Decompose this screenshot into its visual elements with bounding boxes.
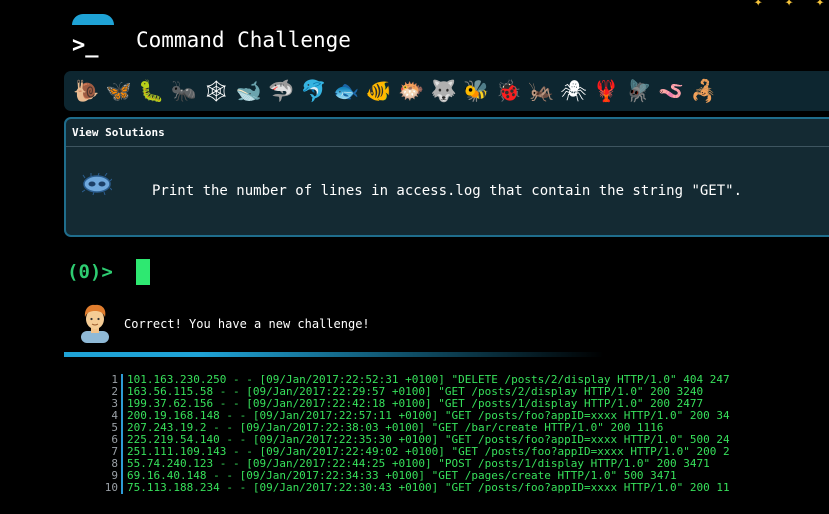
snail-icon[interactable]: 🐌 (70, 71, 103, 111)
bee-icon[interactable]: 🐝 (460, 71, 493, 111)
gutter-divider (121, 446, 123, 458)
logo-prompt-glyph: >_ (72, 33, 99, 58)
terminal-icon: >_ (72, 14, 114, 58)
wolf-icon[interactable]: 🐺 (428, 71, 461, 111)
ant-icon[interactable]: 🐜 (168, 71, 201, 111)
gutter-divider (121, 374, 123, 386)
fish-icon[interactable]: 🐟 (330, 71, 363, 111)
gutter-divider (121, 458, 123, 470)
sparkle-decoration: ✦ ✦ ✦ (740, 0, 824, 10)
challenge-prompt-text: Print the number of lines in access.log … (152, 183, 743, 199)
view-solutions-link[interactable]: View Solutions (66, 119, 829, 147)
gutter-divider (121, 434, 123, 446)
sparkle-icon: ✦ (815, 0, 825, 10)
spider-icon[interactable]: 🕷 (558, 71, 591, 111)
spiderweb-icon[interactable]: 🕸 (200, 71, 233, 111)
blowfish-icon[interactable]: 🐡 (395, 71, 428, 111)
log-line: 10 75.113.188.234 - - [09/Jan/2017:22:30:… (88, 482, 829, 494)
gutter-divider (121, 482, 123, 494)
log-line-text: 75.113.188.234 - - [09/Jan/2017:22:30:43… (127, 481, 730, 494)
challenge-panel: View Solutions Print the number of lines… (64, 117, 829, 237)
person-avatar-icon (81, 304, 109, 343)
gutter-divider (121, 386, 123, 398)
lobster-icon[interactable]: 🦞 (590, 71, 623, 111)
microbe-icon (82, 173, 112, 195)
gutter-divider (121, 398, 123, 410)
cricket-icon[interactable]: 🦗 (525, 71, 558, 111)
gutter-divider (121, 410, 123, 422)
challenge-progress-bar: 🐌 🦋 🐛 🐜 🕸 🐋 🦈 🐬 🐟 🐠 🐡 🐺 🐝 🐞 🦗 🕷 🦞 🪰 🪱 🦂 (64, 71, 829, 111)
scorpion-icon[interactable]: 🦂 (688, 71, 721, 111)
worm-icon[interactable]: 🪱 (655, 71, 688, 111)
line-number: 10 (104, 481, 118, 494)
command-input-cursor[interactable] (136, 259, 150, 285)
gutter-divider (121, 422, 123, 434)
sparkle-icon: ✦ (754, 0, 763, 10)
shell-prompt: (0)> (67, 261, 113, 283)
sparkle-icon: ✦ (784, 0, 794, 10)
access-log-viewer: 1 101.163.230.250 - - [09/Jan/2017:22:52:… (88, 374, 829, 494)
page-title: Command Challenge (136, 28, 351, 52)
logo-cap (72, 14, 114, 25)
ladybug-icon[interactable]: 🐞 (493, 71, 526, 111)
feedback-message: Correct! You have a new challenge! (124, 317, 370, 331)
tropical-fish-icon[interactable]: 🐠 (363, 71, 396, 111)
shark-icon[interactable]: 🦈 (265, 71, 298, 111)
dolphin-icon[interactable]: 🐬 (298, 71, 331, 111)
fly-icon[interactable]: 🪰 (623, 71, 656, 111)
whale-icon[interactable]: 🐋 (233, 71, 266, 111)
butterfly-icon[interactable]: 🦋 (103, 71, 136, 111)
caterpillar-icon[interactable]: 🐛 (135, 71, 168, 111)
section-divider (64, 352, 604, 357)
gutter-divider (121, 470, 123, 482)
